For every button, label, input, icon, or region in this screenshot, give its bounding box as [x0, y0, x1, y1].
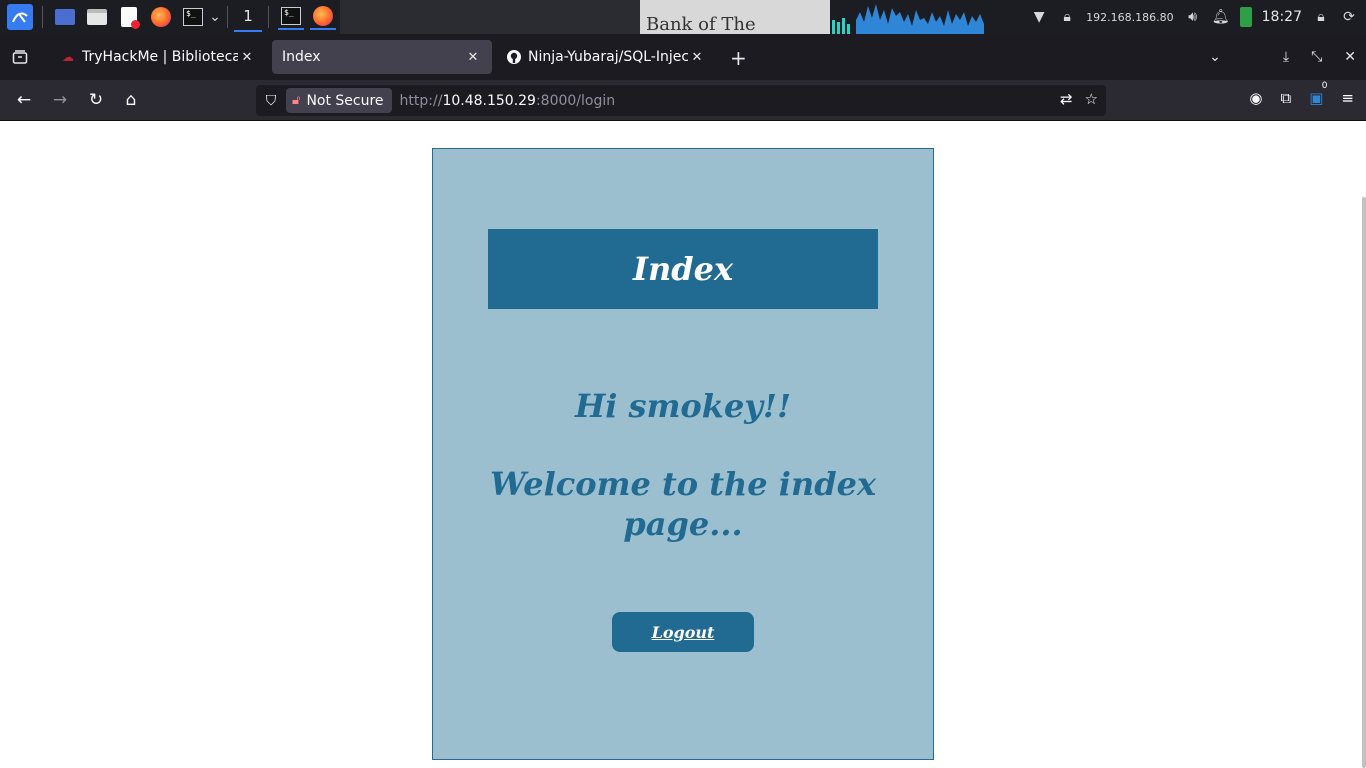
tab-label: Index	[282, 49, 321, 65]
taskbar-document-preview: Bank of The	[640, 0, 830, 34]
extension-badge-icon[interactable]: ▣ 0	[1309, 81, 1327, 107]
close-icon[interactable]: ✕	[464, 50, 482, 65]
url-port-path: :8000/login	[535, 92, 616, 109]
ip-address-label: 192.168.186.80	[1086, 10, 1174, 24]
tracking-shield-icon[interactable]: ⛉	[256, 93, 286, 109]
browser-tab-strip: ☁ TryHackMe | Biblioteca ✕ Index ✕ Ninja…	[0, 34, 1366, 80]
list-all-tabs-icon[interactable]: ⌄	[1209, 49, 1221, 65]
system-taskbar: Bank of The $_ ⌄ 1 $_ ▼ 🔒︎ 192.168.186.8…	[0, 0, 1366, 34]
greeting-text: Hi smokey!!	[575, 387, 791, 425]
forward-arrow-icon[interactable]: →	[48, 88, 72, 112]
home-icon[interactable]: ⌂	[119, 88, 143, 112]
taskbar-separator	[42, 6, 43, 28]
hamburger-menu-icon[interactable]: ≡	[1341, 89, 1354, 107]
chevron-down-icon[interactable]: ⌄	[209, 8, 221, 26]
taskbar-launchers: $_ ⌄ 1 $_	[0, 0, 339, 34]
document-preview-text: Bank of The	[646, 14, 756, 34]
bookmark-star-icon[interactable]: ☆	[1085, 90, 1098, 108]
clock-label[interactable]: 18:27	[1262, 9, 1302, 25]
index-card: Index Hi smokey!! Welcome to the index p…	[432, 148, 934, 760]
tab-tryhackme[interactable]: ☁ TryHackMe | Biblioteca ✕	[50, 40, 266, 74]
notification-bell-icon[interactable]: 🔔︎	[1212, 8, 1230, 26]
github-icon	[506, 49, 522, 65]
logout-power-icon[interactable]: ⟳	[1340, 8, 1358, 26]
battery-icon[interactable]	[1239, 7, 1252, 27]
network-activity-graph	[832, 4, 984, 34]
system-tray: ▼ 🔒︎ 192.168.186.80 🔊︎ 🔔︎ 18:27 🔒︎ ⟳	[1030, 0, 1366, 34]
firefox-window-icon[interactable]	[310, 4, 336, 30]
minimize-icon[interactable]: ⤓	[1283, 49, 1289, 65]
insecure-lock-icon: 🔓︎	[292, 93, 301, 108]
welcome-text: Welcome to the index page...	[489, 465, 877, 543]
reload-icon[interactable]: ↻	[84, 88, 108, 112]
site-security-button[interactable]: 🔓︎ Not Secure	[286, 88, 392, 113]
tryhackme-icon: ☁	[62, 50, 74, 64]
tab-github[interactable]: Ninja-Yubaraj/SQL-Injecti ✕	[496, 40, 716, 74]
index-header: Index	[488, 229, 878, 309]
screen-lock-icon[interactable]: 🔒︎	[1312, 8, 1330, 26]
close-icon[interactable]: ✕	[238, 50, 256, 65]
toolbar-right: ◉ ⧉ ▣ 0 ≡	[1249, 81, 1354, 107]
show-desktop-icon[interactable]	[52, 4, 78, 30]
tab-label: Ninja-Yubaraj/SQL-Injecti	[528, 49, 688, 65]
extension-badge-count: 0	[1321, 81, 1328, 91]
firefox-launcher-icon[interactable]	[148, 4, 174, 30]
browser-navbar: ← → ↻ ⌂ ⛉ 🔓︎ Not Secure http://10.48.150…	[0, 80, 1366, 121]
taskbar-separator	[227, 6, 228, 28]
tab-label: TryHackMe | Biblioteca	[82, 49, 238, 65]
taskbar-background-window	[340, 0, 640, 34]
text-editor-icon[interactable]	[116, 4, 142, 30]
url-scheme: http://	[399, 92, 443, 109]
restore-icon[interactable]: ⤡	[1311, 49, 1322, 65]
firefox-view-icon[interactable]	[0, 34, 40, 80]
workspace-1-button[interactable]: 1	[234, 2, 262, 32]
url-host: 10.48.150.29	[442, 92, 536, 109]
logout-button[interactable]: Logout	[612, 612, 754, 652]
kali-menu-icon[interactable]	[7, 4, 33, 30]
close-window-icon[interactable]: ✕	[1344, 49, 1356, 65]
url-bar[interactable]: ⛉ 🔓︎ Not Secure http://10.48.150.29:8000…	[256, 85, 1106, 116]
url-text[interactable]: http://10.48.150.29:8000/login	[400, 93, 616, 109]
wifi-icon[interactable]: ▼	[1030, 8, 1048, 26]
tab-index[interactable]: Index ✕	[272, 40, 492, 74]
terminal-launcher-icon[interactable]: $_	[180, 4, 206, 30]
terminal-window-icon[interactable]: $_	[278, 4, 304, 30]
back-arrow-icon[interactable]: ←	[12, 88, 36, 112]
close-icon[interactable]: ✕	[688, 50, 706, 65]
account-icon[interactable]: ◉	[1249, 89, 1262, 107]
page-viewport: Index Hi smokey!! Welcome to the index p…	[0, 121, 1366, 768]
translate-icon[interactable]: ⇄	[1060, 90, 1073, 108]
volume-icon[interactable]: 🔊︎	[1184, 8, 1202, 26]
page-scrollbar[interactable]	[1362, 197, 1366, 768]
extensions-icon[interactable]: ⧉	[1281, 89, 1292, 107]
network-lock-icon[interactable]: 🔒︎	[1058, 8, 1076, 26]
taskbar-separator	[268, 6, 269, 28]
new-tab-icon[interactable]: +	[730, 46, 747, 70]
file-manager-icon[interactable]	[84, 4, 110, 30]
url-bar-actions: ⇄ ☆	[1060, 90, 1098, 108]
page-title: Index	[632, 250, 734, 288]
window-controls: ⌄ ⤓ ⤡ ✕	[1209, 34, 1366, 80]
not-secure-label: Not Secure	[306, 92, 384, 109]
